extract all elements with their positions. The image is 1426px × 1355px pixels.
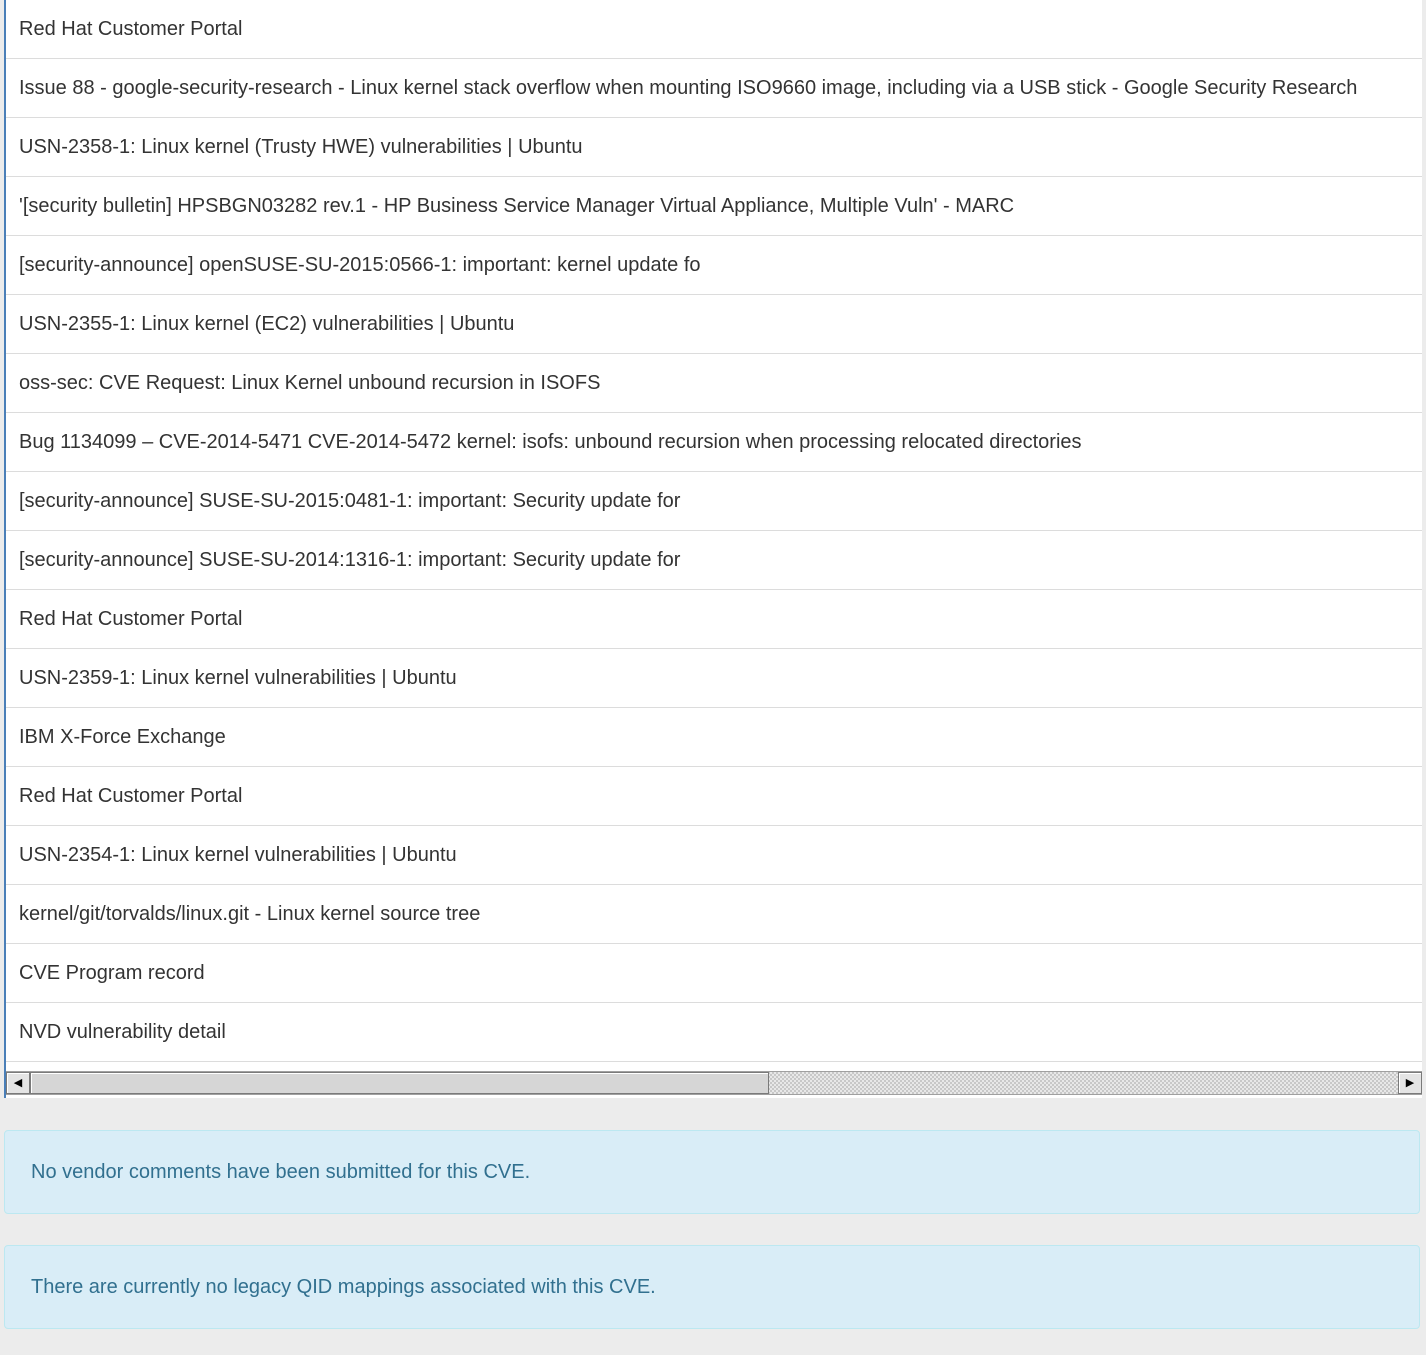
horizontal-scrollbar[interactable]: ◀ ▶ [6, 1071, 1422, 1095]
reference-row[interactable]: Issue 88 - google-security-research - Li… [6, 59, 1422, 118]
reference-link[interactable]: Red Hat Customer Portal [19, 608, 242, 631]
reference-row[interactable]: [security-announce] openSUSE-SU-2015:056… [6, 236, 1422, 295]
reference-row[interactable]: USN-2359-1: Linux kernel vulnerabilities… [6, 649, 1422, 708]
reference-row[interactable]: kernel/git/torvalds/linux.git - Linux ke… [6, 885, 1422, 944]
reference-row[interactable]: NVD vulnerability detail [6, 1003, 1422, 1062]
reference-row[interactable]: USN-2358-1: Linux kernel (Trusty HWE) vu… [6, 118, 1422, 177]
reference-row[interactable]: [security-announce] SUSE-SU-2014:1316-1:… [6, 531, 1422, 590]
reference-row[interactable]: USN-2355-1: Linux kernel (EC2) vulnerabi… [6, 295, 1422, 354]
scrollbar-thumb[interactable] [30, 1072, 769, 1094]
reference-link[interactable]: Red Hat Customer Portal [19, 18, 242, 41]
reference-row[interactable]: [security-announce] SUSE-SU-2015:0481-1:… [6, 472, 1422, 531]
scroll-right-button[interactable]: ▶ [1398, 1072, 1422, 1094]
reference-link[interactable]: NVD vulnerability detail [19, 1021, 226, 1044]
reference-link[interactable]: Red Hat Customer Portal [19, 785, 242, 808]
reference-row[interactable]: '[security bulletin] HPSBGN03282 rev.1 -… [6, 177, 1422, 236]
reference-link[interactable]: Issue 88 - google-security-research - Li… [19, 77, 1357, 100]
reference-row[interactable]: Bug 1134099 – CVE-2014-5471 CVE-2014-547… [6, 413, 1422, 472]
vendor-comments-alert: No vendor comments have been submitted f… [4, 1130, 1420, 1214]
reference-row[interactable]: CVE Program record [6, 944, 1422, 1003]
qid-mappings-message: There are currently no legacy QID mappin… [31, 1275, 656, 1298]
reference-link[interactable]: USN-2358-1: Linux kernel (Trusty HWE) vu… [19, 136, 583, 159]
references-panel: Red Hat Customer Portal Issue 88 - googl… [4, 0, 1422, 1098]
reference-link[interactable]: CVE Program record [19, 962, 205, 985]
reference-row[interactable]: Red Hat Customer Portal [6, 590, 1422, 649]
reference-link[interactable]: USN-2355-1: Linux kernel (EC2) vulnerabi… [19, 313, 514, 336]
page: Red Hat Customer Portal Issue 88 - googl… [0, 0, 1426, 1355]
reference-link[interactable]: IBM X-Force Exchange [19, 726, 226, 749]
qid-mappings-alert: There are currently no legacy QID mappin… [4, 1245, 1420, 1329]
reference-link[interactable]: USN-2354-1: Linux kernel vulnerabilities… [19, 844, 457, 867]
reference-row[interactable]: IBM X-Force Exchange [6, 708, 1422, 767]
reference-link[interactable]: [security-announce] openSUSE-SU-2015:056… [19, 254, 701, 277]
reference-link[interactable]: oss-sec: CVE Request: Linux Kernel unbou… [19, 372, 600, 395]
references-list: Red Hat Customer Portal Issue 88 - googl… [6, 0, 1422, 1062]
left-arrow-icon: ◀ [13, 1076, 23, 1089]
reference-row[interactable]: Red Hat Customer Portal [6, 0, 1422, 59]
scroll-left-button[interactable]: ◀ [6, 1072, 30, 1094]
reference-row[interactable]: USN-2354-1: Linux kernel vulnerabilities… [6, 826, 1422, 885]
reference-row[interactable]: Red Hat Customer Portal [6, 767, 1422, 826]
reference-link[interactable]: '[security bulletin] HPSBGN03282 rev.1 -… [19, 195, 1014, 218]
reference-link[interactable]: [security-announce] SUSE-SU-2015:0481-1:… [19, 490, 680, 513]
scrollbar-track[interactable] [30, 1072, 1398, 1094]
right-arrow-icon: ▶ [1405, 1076, 1415, 1089]
reference-row[interactable]: oss-sec: CVE Request: Linux Kernel unbou… [6, 354, 1422, 413]
reference-link[interactable]: [security-announce] SUSE-SU-2014:1316-1:… [19, 549, 680, 572]
vendor-comments-message: No vendor comments have been submitted f… [31, 1160, 531, 1183]
reference-link[interactable]: kernel/git/torvalds/linux.git - Linux ke… [19, 903, 480, 926]
reference-link[interactable]: USN-2359-1: Linux kernel vulnerabilities… [19, 667, 457, 690]
reference-link[interactable]: Bug 1134099 – CVE-2014-5471 CVE-2014-547… [19, 431, 1082, 454]
